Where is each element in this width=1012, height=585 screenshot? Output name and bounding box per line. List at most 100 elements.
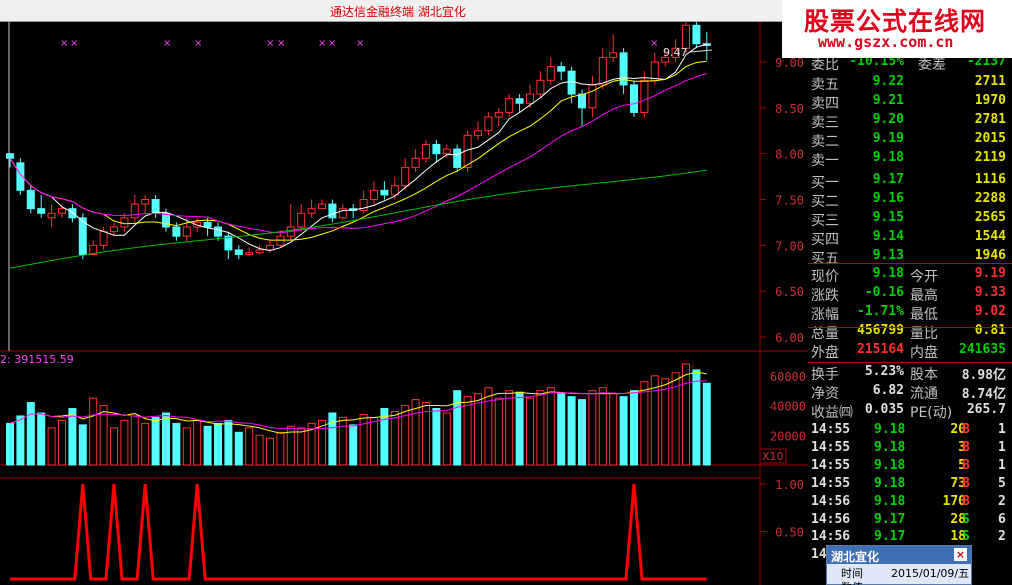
order-book-row[interactable]: 卖一 9.18 2119 [808,150,1012,169]
volume-bar [328,412,337,466]
candle-body [598,56,607,86]
candle-body [130,203,139,219]
tick-time: 14:56 [811,529,851,545]
volume-bar [619,396,628,466]
volume-bar [162,412,170,466]
order-book-row[interactable]: 卖二 9.19 2015 [808,131,1012,150]
volume-bar [598,387,607,466]
order-book-row[interactable]: 卖五 9.22 2711 [808,74,1012,93]
volume-bar [609,393,618,466]
volume-bar [370,416,378,466]
order-book-row[interactable]: 买五 9.13 1946 [808,248,1012,267]
order-book-row[interactable]: 买四 9.14 1544 [808,229,1012,248]
stat-label: 换手 [811,366,839,383]
order-book-row[interactable]: 买三 9.15 2565 [808,210,1012,229]
candle-body [401,166,410,187]
volume-bar [89,397,98,466]
stat-value: 5.23% [864,363,904,379]
ma60-line [9,169,707,269]
order-book-volume: 1116 [974,171,1006,187]
volume-bar [276,431,285,466]
tick-time: 14:55 [811,475,851,491]
indicator-axis-label: 0.50 [775,526,804,540]
candle-body [546,66,555,81]
stat-value: 8.74亿 [961,386,1006,402]
tick-price: 9.18 [874,422,906,437]
candle-body [682,24,690,49]
price-axis-label: 7.50 [775,194,804,208]
candle-body [276,235,285,246]
volume-bar [515,391,524,466]
indicator-axis-label: 1.00 [775,478,804,492]
order-book-row[interactable]: 卖四 9.21 1970 [808,93,1012,112]
stat-label: 净资 [811,385,839,402]
candle-body [99,231,108,246]
tick-count: 2 [998,493,1006,509]
tick-count: 6 [998,511,1006,527]
candle-body [203,221,212,228]
panel-divider [808,327,1012,328]
order-book-price: 9.13 [872,247,904,263]
order-book-label: 买二 [811,193,839,210]
tick-time: 14:55 [811,457,851,473]
stat-label: 内盘 [910,345,938,362]
peak-arrow [689,49,713,53]
candle-body [453,148,462,168]
volume-bar [526,397,534,466]
signal-marker: × [163,38,171,49]
tick-row: 14:56 9.17 28 S 6 [808,512,1012,530]
tick-side: B [962,422,970,437]
stat-row: 涨跌 -0.16 最高 9.33 [808,285,1012,304]
order-book-volume: 2781 [974,112,1006,128]
volume-bar [432,408,441,466]
tick-price: 9.17 [874,511,906,527]
volume-bar [494,397,503,466]
order-book-label: 买五 [811,250,839,267]
volume-bar [390,411,399,466]
candle-body [26,189,35,210]
signal-marker: × [277,38,285,49]
volume-bar [661,378,670,466]
order-book-label: 买三 [811,212,839,229]
candle-body [609,52,618,58]
info-popup[interactable]: 湖北宜化 × 时间 2015/01/09/五 数值 [826,545,972,585]
volume-bar [151,416,160,466]
order-book-price: 9.21 [872,93,904,109]
close-icon[interactable]: × [954,548,967,561]
tick-price: 9.18 [874,493,906,509]
volume-bar [37,412,46,466]
volume-axis-label: 60000 [770,370,806,384]
order-book-row[interactable]: 买一 9.17 1116 [808,172,1012,191]
tick-side: B [962,493,970,509]
stat-label: 收益㈣ [811,404,853,421]
peak-label: 9.47 [663,46,688,59]
order-book-label: 卖一 [811,153,839,170]
order-book-volume: 1970 [974,93,1006,109]
order-book-row[interactable]: 买二 9.16 2288 [808,191,1012,210]
kline-chart[interactable]: 9.008.508.007.507.006.506.009.47× × × × × × × ×… [0,22,808,585]
popup-header[interactable]: 湖北宜化 × [827,546,971,564]
price-axis-label: 9.00 [775,56,804,70]
stat-label: 涨幅 [811,307,839,324]
order-book-row[interactable]: 卖三 9.20 2781 [808,112,1012,131]
order-book-volume: 1946 [974,247,1006,263]
tick-price: 9.17 [874,529,906,545]
order-book-price: 9.16 [872,190,904,206]
order-book-label: 卖四 [811,96,839,113]
volume-bar [172,422,181,466]
candle-body [68,208,77,219]
candle-body [557,66,566,72]
stat-value: 6.82 [872,382,904,398]
stat-value: 9.18 [872,266,904,281]
volume-bar [78,424,87,466]
stat-label: 最低 [910,307,938,324]
stat-value: 456799 [857,323,904,339]
volume-axis-label: 40000 [770,400,806,414]
stat-label: 流通 [910,385,938,402]
volume-bar [26,402,35,466]
stat-row: 现价 9.18 今开 9.19 [808,266,1012,285]
candle-body [484,116,493,132]
candle-body [422,144,430,159]
volume-bar [359,413,368,466]
volume-bar [640,381,649,466]
